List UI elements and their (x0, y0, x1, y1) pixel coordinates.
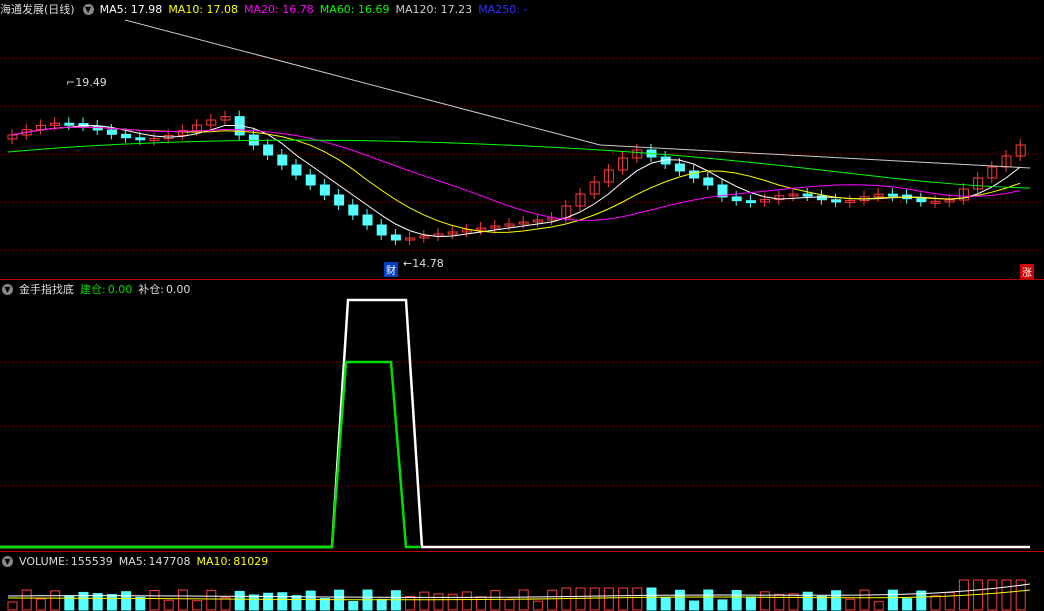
volume-bar (745, 596, 756, 611)
volume-bar (419, 591, 430, 611)
candle-body (106, 129, 117, 135)
candle-body (376, 224, 387, 236)
ma120-line (124, 19, 1031, 169)
volume-bar (632, 587, 643, 611)
volume-bar (348, 601, 359, 611)
volume-bar (689, 600, 700, 611)
candle-body (263, 144, 274, 156)
volume-bar (944, 592, 955, 611)
volume-bar (646, 587, 657, 611)
volume-bar (930, 595, 941, 611)
volume-bar (447, 593, 458, 611)
volume-bar (703, 589, 714, 611)
jiancang-line (0, 360, 420, 549)
volume-bar (234, 590, 245, 611)
indicator-chart[interactable] (0, 280, 1044, 550)
volume-bar (163, 599, 174, 611)
volume-bar (618, 587, 629, 611)
candle-body (390, 234, 401, 241)
volume-bar (149, 589, 160, 611)
volume-bar (291, 595, 302, 611)
volume-bar (121, 591, 132, 611)
volume-bar (376, 598, 387, 611)
volume-bar (390, 590, 401, 611)
ma60-line (7, 139, 1031, 189)
volume-bar (887, 589, 898, 611)
volume-bar (575, 587, 586, 611)
candle-body (831, 199, 842, 203)
candle-body (674, 163, 685, 172)
indicator-pane[interactable]: ▼ 金手指找底 建仓: 0.00 补仓: 0.00 (0, 280, 1044, 550)
volume-bar (831, 590, 842, 611)
kline-pane[interactable]: 海通发展(日线) ▼ MA5: 17.98 MA10: 17.08 MA20: 16… (0, 0, 1044, 279)
volume-bar (816, 595, 827, 611)
volume-bar (334, 589, 345, 611)
volume-bar (532, 600, 543, 611)
volume-bar (263, 592, 274, 611)
volume-bar (674, 589, 685, 611)
volume-bar (589, 587, 600, 611)
volume-bar (859, 589, 870, 611)
volume-bar (192, 600, 203, 611)
volume-bar (845, 598, 856, 611)
kline-chart[interactable] (0, 0, 1044, 278)
candle-body (121, 133, 132, 139)
volume-bar (50, 590, 61, 611)
candle-body (348, 204, 359, 216)
low-price-label: ←14.78 (403, 257, 444, 270)
candle-body (703, 177, 714, 186)
volume-bar (248, 594, 259, 611)
volume-bar (7, 601, 18, 611)
volume-bar (518, 589, 529, 611)
volume-bar (277, 592, 288, 611)
candle-body (362, 214, 373, 226)
volume-bar (774, 593, 785, 611)
volume-bar (987, 579, 998, 611)
volume-bar (177, 589, 188, 611)
volume-bar (731, 590, 742, 611)
volume-bar (504, 599, 515, 611)
cai-badge[interactable]: 财 (384, 262, 398, 277)
volume-bar (206, 589, 217, 611)
volume-bar (135, 596, 146, 611)
candle-body (887, 193, 898, 197)
candle-body (135, 137, 146, 141)
volume-bar (405, 596, 416, 611)
volume-bar (78, 591, 89, 611)
volume-bar (547, 589, 558, 611)
volume-bar (35, 598, 46, 611)
volume-bar (21, 589, 32, 611)
volume-bar (1001, 579, 1012, 611)
bucang-line (0, 298, 1030, 549)
candle-body (64, 122, 75, 126)
volume-pane[interactable]: ▼ VOLUME: 155539 MA5: 147708 MA10: 81029 (0, 552, 1044, 611)
candle-body (816, 195, 827, 201)
candle-body (731, 196, 742, 202)
volume-bar (319, 597, 330, 611)
candle-body (305, 174, 316, 186)
zhang-badge[interactable]: 涨 (1020, 264, 1034, 279)
volume-bar (106, 594, 117, 611)
ma20-line (11, 126, 1021, 221)
candle-body (319, 184, 330, 196)
volume-bar (902, 598, 913, 611)
volume-bar (660, 597, 671, 611)
volume-bar (717, 599, 728, 611)
volume-bar (433, 593, 444, 611)
volume-bar (305, 590, 316, 611)
candle-body (802, 193, 813, 197)
volume-bar (873, 601, 884, 611)
volume-bar (788, 593, 799, 611)
high-price-label: ⌐19.49 (66, 76, 107, 89)
candle-body (277, 154, 288, 166)
volume-bar (476, 596, 487, 611)
candle-body (745, 200, 756, 204)
volume-bar (603, 587, 614, 611)
candle-body (916, 198, 927, 203)
volume-bar (461, 591, 472, 611)
candle-body (291, 164, 302, 176)
candle-body (334, 194, 345, 206)
volume-bar (490, 590, 501, 611)
volume-chart[interactable] (0, 552, 1044, 611)
